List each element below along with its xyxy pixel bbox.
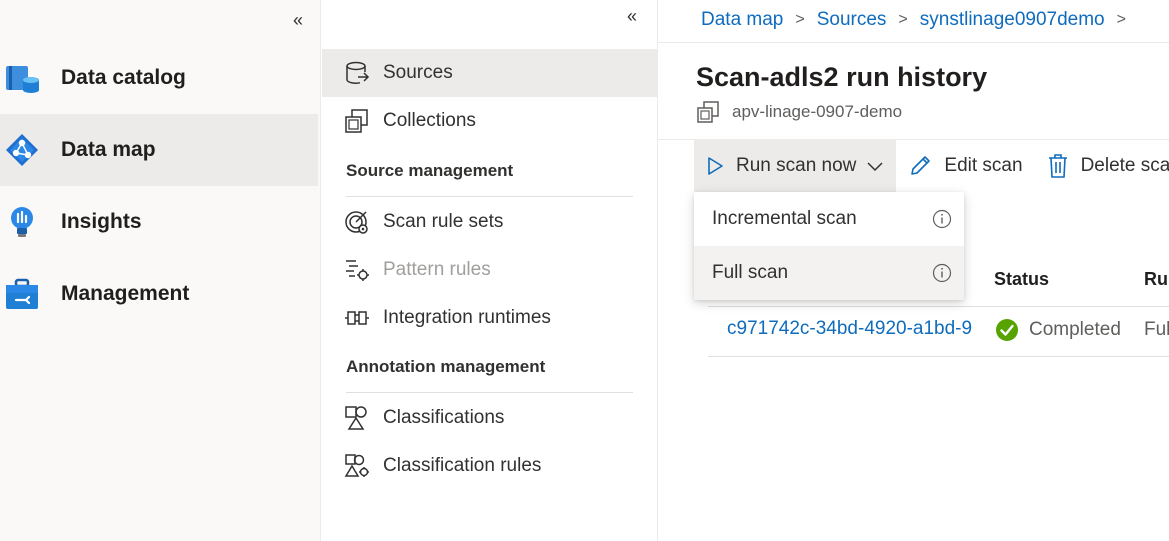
sub-nav-item-integration-runtimes[interactable]: Integration runtimes [322,294,657,342]
sub-nav-item-sources[interactable]: Sources [322,49,657,97]
sources-icon [346,61,370,84]
status-cell: Completed [995,318,1121,342]
delete-scan-label: Delete sca [1080,155,1169,176]
nav-item-management[interactable]: Management [0,258,318,330]
nav-item-label: Data catalog [61,66,186,89]
divider [346,196,633,197]
breadcrumb-separator-icon: > [1116,11,1126,28]
command-bar: Run scan now Edit scan Delete sca [694,140,1169,192]
run-id-link[interactable]: c971742c-34bd-4920-a1bd-9 [727,318,972,339]
breadcrumb-separator-icon: > [898,11,908,28]
breadcrumb-sources[interactable]: Sources [817,9,887,31]
collapse-left-nav-icon[interactable]: « [293,10,303,31]
breadcrumb-source-name[interactable]: synstlinage0907demo [920,9,1105,31]
nav-item-label: Insights [61,210,142,233]
menu-item-full-scan[interactable]: Full scan [694,246,964,300]
divider [346,392,633,393]
sub-nav: « Sources Collections Source management … [321,0,658,541]
page-subtitle: apv-linage-0907-demo [696,100,902,124]
nav-item-label: Management [61,282,190,305]
run-type-cell: Ful [1144,319,1169,340]
sub-nav-item-label: Integration runtimes [383,307,551,328]
divider [658,42,1169,43]
data-map-icon [6,134,38,166]
column-header-run-type[interactable]: Ru [1144,269,1168,290]
nav-item-data-map[interactable]: Data map [0,114,318,186]
section-heading-annotation-management: Annotation management [346,357,546,376]
info-icon[interactable] [932,263,952,283]
sub-nav-item-label: Collections [383,110,476,131]
nav-item-data-catalog[interactable]: Data catalog [0,42,318,114]
sub-nav-item-label: Classifications [383,407,505,428]
breadcrumb-separator-icon: > [795,11,805,28]
menu-item-label: Full scan [712,262,789,283]
sub-nav-item-collections[interactable]: Collections [322,97,657,145]
menu-item-incremental-scan[interactable]: Incremental scan [694,192,964,246]
chevron-down-icon [867,162,883,172]
breadcrumb: Data map > Sources > synstlinage0907demo… [701,9,1138,31]
delete-scan-button[interactable]: Delete sca [1035,140,1169,192]
page-title: Scan-adls2 run history [696,62,988,92]
divider [708,356,1169,357]
main-content: Data map > Sources > synstlinage0907demo… [658,0,1169,541]
run-scan-now-label: Run scan now [736,155,857,176]
collection-name: apv-linage-0907-demo [732,102,903,121]
collections-icon [345,109,368,133]
classifications-icon [345,406,367,430]
collection-icon [697,101,719,123]
section-heading-source-management: Source management [346,161,514,180]
edit-scan-label: Edit scan [944,155,1023,176]
pattern-rules-icon [346,260,369,281]
data-catalog-icon [6,66,39,93]
delete-icon [1048,154,1067,178]
edit-scan-button[interactable]: Edit scan [896,140,1034,192]
sub-nav-item-label: Sources [383,62,453,83]
run-scan-menu: Incremental scan Full scan [694,192,964,300]
sub-nav-item-label: Scan rule sets [383,211,504,232]
scan-rule-sets-icon [345,211,368,234]
divider [708,306,1169,307]
insights-icon [11,207,33,237]
success-check-icon [996,319,1018,341]
table-row: c971742c-34bd-4920-a1bd-9 [727,318,977,346]
info-icon[interactable] [932,209,952,229]
nav-item-insights[interactable]: Insights [0,186,318,258]
status-text: Completed [1029,319,1121,340]
integration-runtimes-icon [345,311,369,325]
left-nav: « Data catalog Data map Insights Managem… [0,0,321,541]
management-icon [6,278,38,309]
sub-nav-item-pattern-rules[interactable]: Pattern rules [322,246,657,294]
play-icon [708,157,723,175]
sub-nav-item-label: Pattern rules [383,259,491,280]
column-header-status[interactable]: Status [994,269,1049,290]
sub-nav-item-scan-rule-sets[interactable]: Scan rule sets [322,198,657,246]
breadcrumb-data-map[interactable]: Data map [701,9,783,31]
nav-item-label: Data map [61,138,156,161]
sub-nav-item-classification-rules[interactable]: Classification rules [322,442,657,490]
sub-nav-item-classifications[interactable]: Classifications [322,394,657,442]
menu-item-label: Incremental scan [712,208,857,229]
run-scan-now-button[interactable]: Run scan now [694,140,897,192]
collapse-sub-nav-icon[interactable]: « [627,6,637,27]
edit-icon [911,156,931,175]
classification-rules-icon [344,454,369,477]
sub-nav-item-label: Classification rules [383,455,542,476]
